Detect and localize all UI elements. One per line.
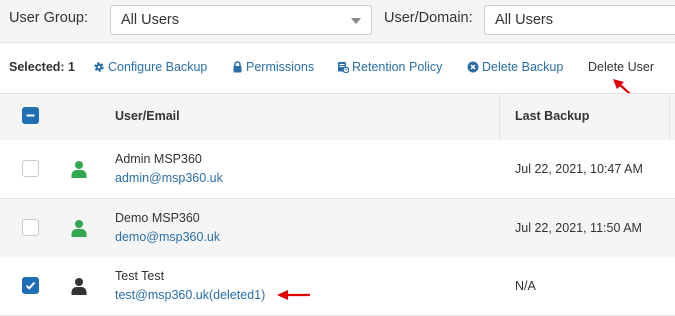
annotation-arrow-icon bbox=[277, 290, 310, 300]
user-name: Demo MSP360 bbox=[115, 211, 200, 225]
user-email-link[interactable]: test@msp360.uk(deleted1) bbox=[115, 288, 265, 302]
minus-icon bbox=[26, 114, 35, 117]
user-group-select[interactable]: All Users bbox=[110, 5, 372, 35]
delete-backup-label: Delete Backup bbox=[482, 60, 564, 74]
user-icon bbox=[71, 278, 87, 295]
row-checkbox[interactable] bbox=[22, 277, 39, 294]
column-header-last-backup[interactable]: Last Backup bbox=[515, 109, 589, 123]
user-group-value: All Users bbox=[121, 12, 180, 28]
user-group-label: User Group: bbox=[9, 10, 88, 26]
user-email-link[interactable]: demo@msp360.uk bbox=[115, 230, 220, 244]
column-divider bbox=[669, 94, 670, 140]
user-icon bbox=[71, 161, 87, 178]
table-row[interactable]: Demo MSP360 demo@msp360.uk Jul 22, 2021,… bbox=[0, 199, 675, 258]
delete-user-button[interactable]: Delete User bbox=[588, 60, 654, 74]
retention-policy-icon bbox=[338, 62, 349, 73]
chevron-down-icon bbox=[351, 18, 361, 24]
retention-policy-button[interactable]: Retention Policy bbox=[337, 60, 442, 74]
table-header: User/Email Last Backup bbox=[0, 93, 675, 141]
row-checkbox[interactable] bbox=[22, 219, 39, 236]
user-icon bbox=[71, 220, 87, 237]
gear-icon bbox=[94, 62, 104, 72]
last-backup-date: N/A bbox=[515, 279, 536, 293]
user-name: Admin MSP360 bbox=[115, 152, 202, 166]
action-toolbar: Selected: 1 Configure Backup Permissions… bbox=[0, 52, 675, 82]
user-email-link[interactable]: admin@msp360.uk bbox=[115, 171, 223, 185]
selected-count: Selected: 1 bbox=[9, 60, 76, 74]
select-all-checkbox[interactable] bbox=[22, 107, 39, 124]
configure-backup-button[interactable]: Configure Backup bbox=[93, 60, 207, 74]
user-name: Test Test bbox=[115, 269, 165, 283]
delete-backup-button[interactable]: Delete Backup bbox=[467, 60, 563, 74]
user-domain-label: User/Domain: bbox=[384, 10, 473, 26]
table-row[interactable]: Admin MSP360 admin@msp360.uk Jul 22, 202… bbox=[0, 140, 675, 199]
configure-backup-label: Configure Backup bbox=[108, 60, 208, 74]
retention-policy-label: Retention Policy bbox=[352, 60, 443, 74]
last-backup-date: Jul 22, 2021, 10:47 AM bbox=[515, 162, 643, 176]
permissions-button[interactable]: Permissions bbox=[232, 60, 314, 74]
user-domain-select[interactable]: All Users bbox=[484, 5, 675, 35]
row-checkbox[interactable] bbox=[22, 160, 39, 177]
filter-bar: User Group: All Users User/Domain: All U… bbox=[0, 0, 675, 43]
table-row[interactable]: Test Test test@msp360.uk(deleted1) N/A bbox=[0, 257, 675, 316]
close-circle-icon bbox=[467, 61, 479, 73]
last-backup-date: Jul 22, 2021, 11:50 AM bbox=[515, 221, 642, 235]
column-header-user[interactable]: User/Email bbox=[115, 109, 180, 123]
checkmark-icon bbox=[25, 281, 36, 290]
column-divider bbox=[499, 94, 500, 140]
lock-icon bbox=[233, 61, 242, 73]
permissions-label: Permissions bbox=[246, 60, 315, 74]
user-domain-value: All Users bbox=[495, 12, 554, 28]
